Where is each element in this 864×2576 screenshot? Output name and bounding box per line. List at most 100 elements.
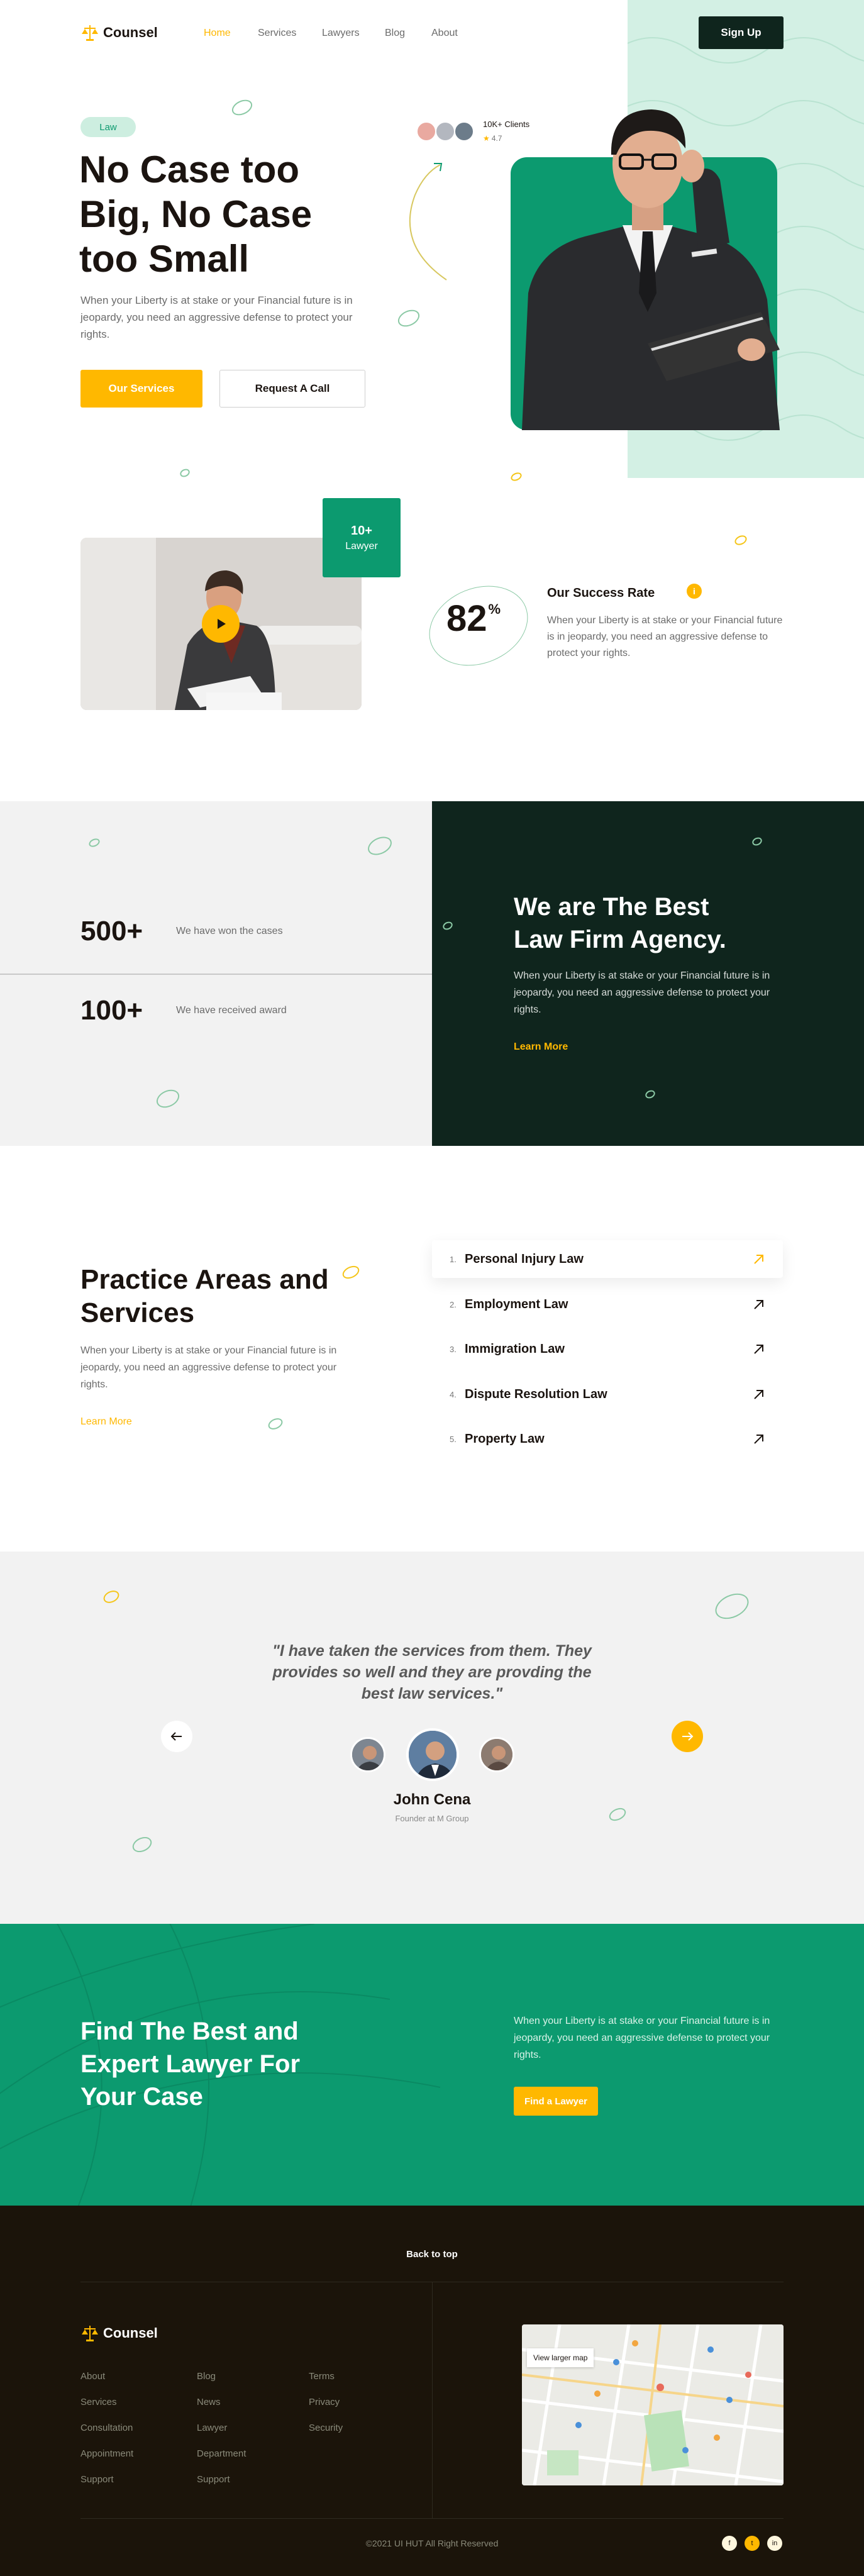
practice-item[interactable]: 1. Personal Injury Law bbox=[432, 1240, 783, 1278]
avatar bbox=[416, 121, 436, 142]
lawyer-photo bbox=[522, 109, 780, 430]
success-text: When your Liberty is at stake or your Fi… bbox=[547, 615, 783, 658]
lawyer-count-value: 10+ bbox=[351, 523, 372, 538]
cta-title-line: Expert Lawyer For bbox=[80, 2050, 301, 2078]
cta-title-line: Your Case bbox=[80, 2083, 203, 2111]
footer-link[interactable]: Lawyer bbox=[197, 2423, 227, 2433]
avatar bbox=[435, 121, 455, 142]
arrow-up-right-icon bbox=[754, 1435, 763, 1444]
hero-title-line: too Small bbox=[79, 238, 250, 280]
stat-label: We have received award bbox=[176, 1005, 287, 1016]
nav-blog[interactable]: Blog bbox=[385, 28, 405, 39]
agency-title-line: Law Firm Agency. bbox=[514, 926, 726, 953]
footer-link[interactable]: Security bbox=[309, 2423, 343, 2433]
practice-item[interactable]: 4. Dispute Resolution Law bbox=[432, 1375, 783, 1413]
practice-label: Property Law bbox=[465, 1431, 545, 1446]
practice-title-line: Practice Areas and bbox=[80, 1264, 329, 1295]
footer-logo[interactable]: Counsel bbox=[80, 2324, 158, 2342]
scales-icon bbox=[82, 2326, 98, 2341]
logo[interactable]: Counsel bbox=[80, 24, 158, 42]
stat-value: 500+ bbox=[80, 916, 143, 947]
decor-ring bbox=[340, 1263, 362, 1282]
footer-link[interactable]: Appointment bbox=[80, 2448, 133, 2459]
our-services-button[interactable]: Our Services bbox=[80, 370, 202, 408]
stat-label: We have won the cases bbox=[176, 926, 283, 936]
scales-icon bbox=[82, 25, 98, 41]
success-unit: % bbox=[488, 601, 501, 617]
hero-title: No Case too Big, No Case too Small bbox=[79, 147, 312, 281]
footer-link[interactable]: Blog bbox=[197, 2371, 216, 2382]
signup-button[interactable]: Sign Up bbox=[699, 16, 784, 49]
decor-ring bbox=[509, 470, 523, 483]
testimonial-role: Founder at M Group bbox=[395, 1814, 469, 1823]
view-larger-map-button[interactable]: View larger map bbox=[527, 2348, 594, 2367]
footer-link[interactable]: About bbox=[80, 2371, 105, 2382]
info-icon[interactable]: i bbox=[687, 584, 702, 599]
practice-item[interactable]: 5. Property Law bbox=[432, 1420, 783, 1458]
footer-link[interactable]: Terms bbox=[309, 2371, 335, 2382]
avatar[interactable] bbox=[350, 1737, 385, 1772]
footer-link[interactable]: News bbox=[197, 2397, 221, 2407]
practice-label: Personal Injury Law bbox=[465, 1252, 584, 1266]
stat-value: 100+ bbox=[80, 995, 143, 1026]
practice-num: 4. bbox=[450, 1389, 457, 1399]
practice-learn-more-link[interactable]: Learn More bbox=[80, 1416, 132, 1428]
practice-item[interactable]: 3. Immigration Law bbox=[432, 1330, 783, 1368]
video-thumbnail[interactable] bbox=[80, 538, 362, 710]
avatar[interactable] bbox=[479, 1737, 514, 1772]
quote-line: "I have taken the services from them. Th… bbox=[272, 1642, 592, 1660]
hero-description: When your Liberty is at stake or your Fi… bbox=[80, 294, 353, 340]
practice-num: 3. bbox=[450, 1344, 457, 1354]
practice-label: Employment Law bbox=[465, 1297, 568, 1311]
facebook-icon[interactable]: f bbox=[722, 2536, 737, 2551]
practice-title: Practice Areas and Services bbox=[80, 1263, 329, 1330]
success-rate-value: 82 % bbox=[446, 597, 501, 640]
footer-link[interactable]: Privacy bbox=[309, 2397, 340, 2407]
arrow-up-right-icon bbox=[754, 1255, 763, 1264]
request-call-button[interactable]: Request A Call bbox=[219, 370, 365, 408]
lawyer-count-badge: 10+ Lawyer bbox=[323, 498, 401, 577]
twitter-icon[interactable]: t bbox=[745, 2536, 760, 2551]
nav-home[interactable]: Home bbox=[204, 28, 231, 39]
logo-text: Counsel bbox=[103, 25, 158, 40]
footer-logo-text: Counsel bbox=[103, 2325, 158, 2341]
footer-divider bbox=[80, 2518, 784, 2519]
footer-vertical-divider bbox=[432, 2282, 433, 2518]
stat-item: 500+ We have won the cases bbox=[80, 916, 283, 947]
decor-ring bbox=[733, 533, 749, 547]
prev-button[interactable] bbox=[161, 1721, 192, 1752]
practice-num: 2. bbox=[450, 1299, 457, 1309]
lawyer-count-label: Lawyer bbox=[345, 540, 378, 552]
practice-title-line: Services bbox=[80, 1297, 195, 1328]
footer-link[interactable]: Support bbox=[80, 2474, 114, 2485]
active-avatar[interactable] bbox=[406, 1728, 459, 1781]
stat-item: 100+ We have received award bbox=[80, 995, 287, 1026]
practice-item[interactable]: 2. Employment Law bbox=[432, 1285, 783, 1323]
arrow-right-icon bbox=[682, 1732, 694, 1741]
decor-ring bbox=[266, 1416, 285, 1432]
client-avatars bbox=[416, 120, 477, 143]
nav-lawyers[interactable]: Lawyers bbox=[322, 28, 360, 39]
map-widget[interactable]: View larger map bbox=[522, 2324, 784, 2485]
cta-text: When your Liberty is at stake or your Fi… bbox=[514, 2016, 770, 2060]
footer-link[interactable]: Support bbox=[197, 2474, 230, 2485]
nav-about[interactable]: About bbox=[431, 28, 458, 39]
decor-ring bbox=[229, 96, 255, 119]
hero-tag: Law bbox=[80, 117, 136, 137]
play-button[interactable] bbox=[202, 605, 240, 643]
page: Counsel Home Services Lawyers Blog About… bbox=[0, 0, 864, 2576]
linkedin-icon[interactable]: in bbox=[767, 2536, 782, 2551]
footer-link[interactable]: Department bbox=[197, 2448, 246, 2459]
curved-arrow-icon bbox=[409, 163, 447, 280]
next-button[interactable] bbox=[672, 1721, 703, 1752]
cta-title-line: Find The Best and bbox=[80, 2018, 299, 2045]
back-to-top-link[interactable]: Back to top bbox=[369, 2249, 495, 2260]
find-lawyer-button[interactable]: Find a Lawyer bbox=[514, 2087, 598, 2116]
agency-learn-more-link[interactable]: Learn More bbox=[514, 1041, 568, 1053]
nav-services[interactable]: Services bbox=[258, 28, 296, 39]
footer-link[interactable]: Services bbox=[80, 2397, 117, 2407]
footer-link[interactable]: Consultation bbox=[80, 2423, 133, 2433]
practice-label: Immigration Law bbox=[465, 1341, 565, 1356]
agency-title: We are The Best Law Firm Agency. bbox=[514, 891, 726, 956]
success-number: 82 bbox=[446, 598, 487, 639]
